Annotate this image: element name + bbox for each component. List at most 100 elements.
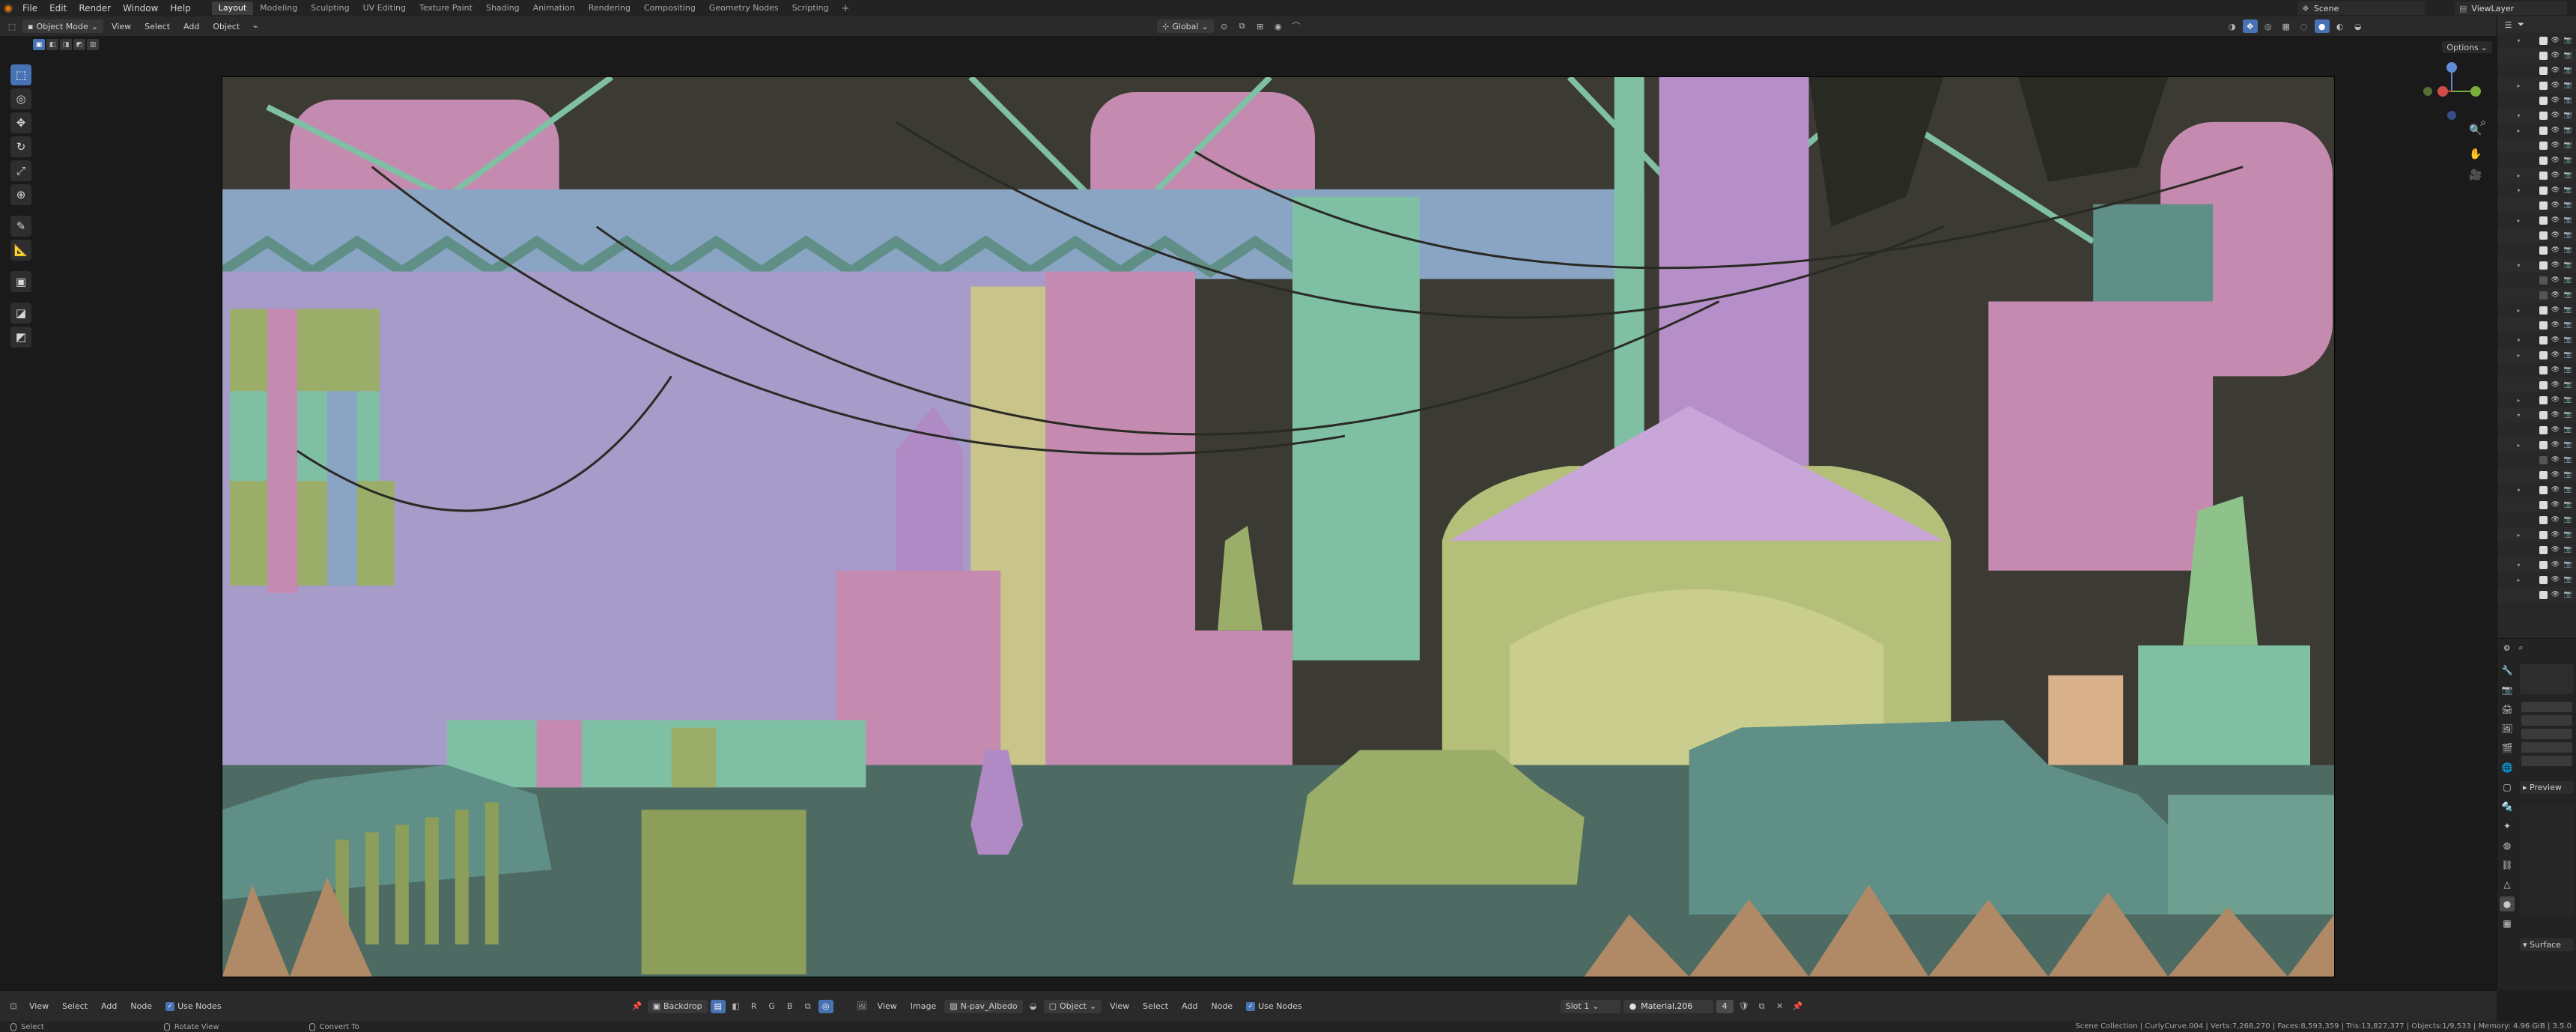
outliner-row[interactable]: ▸ 👁 📷 bbox=[2497, 303, 2576, 318]
proportional-edit-icon[interactable]: ◉ bbox=[1271, 19, 1286, 33]
channel-a-icon[interactable]: ◧ bbox=[729, 1000, 744, 1013]
bevel-tool[interactable]: ◩ bbox=[10, 327, 31, 347]
eye-icon[interactable]: 👁 bbox=[2551, 336, 2560, 344]
eye-icon[interactable]: 👁 bbox=[2551, 97, 2560, 104]
outliner-row[interactable]: 👁 📷 bbox=[2497, 587, 2576, 602]
exclude-checkbox[interactable] bbox=[2539, 410, 2548, 419]
outliner-row[interactable]: ▸ 👁 📷 bbox=[2497, 123, 2576, 138]
compositor-editor-icon[interactable]: ⊡ bbox=[6, 1000, 21, 1013]
tab-shading[interactable]: Shading bbox=[479, 1, 526, 15]
outliner-row[interactable]: ▾ 👁 📷 bbox=[2497, 183, 2576, 198]
outliner-row[interactable]: ▸ 👁 📷 bbox=[2497, 168, 2576, 183]
snap-icon[interactable]: ⧉ bbox=[801, 1000, 815, 1013]
view-layer-tab-icon[interactable]: 🖼 bbox=[2500, 721, 2515, 736]
scale-tool[interactable]: ⤢ bbox=[10, 160, 31, 181]
expand-arrow-icon[interactable]: ▾ bbox=[2514, 337, 2524, 344]
viewport-render[interactable] bbox=[222, 76, 2335, 977]
shader-type-dropdown[interactable]: ▢ Object ⌄ bbox=[1043, 999, 1102, 1013]
expand-arrow-icon[interactable]: ▸ bbox=[2514, 397, 2524, 404]
overlay-icon[interactable]: ◎ bbox=[2261, 19, 2276, 33]
menu-render[interactable]: Render bbox=[73, 0, 117, 16]
eye-icon[interactable]: 👁 bbox=[2551, 112, 2560, 119]
outliner-row[interactable]: ▸ 👁 📷 bbox=[2497, 347, 2576, 362]
exclude-checkbox[interactable] bbox=[2539, 36, 2548, 45]
eye-icon[interactable]: 👁 bbox=[2551, 216, 2560, 224]
menu-image[interactable]: Image bbox=[905, 1001, 941, 1011]
camera-icon[interactable]: 📷 bbox=[2563, 381, 2573, 389]
image-editor-icon[interactable]: 🖼 bbox=[854, 1000, 869, 1013]
falloff-icon[interactable]: ⌒ bbox=[1289, 19, 1304, 33]
editor-type-icon[interactable]: ⬚ bbox=[4, 19, 19, 33]
filter-icon[interactable]: ⏷ bbox=[2516, 19, 2526, 30]
eye-icon[interactable]: 👁 bbox=[2551, 396, 2560, 404]
outliner-row[interactable]: ▾ 👁 📷 bbox=[2497, 333, 2576, 347]
tab-animation[interactable]: Animation bbox=[526, 1, 582, 15]
material-slot-thumb[interactable] bbox=[2521, 756, 2572, 766]
camera-icon[interactable]: 📷 bbox=[2563, 591, 2573, 598]
camera-icon[interactable]: 📷 bbox=[2563, 186, 2573, 194]
outliner-row[interactable]: ▾ 👁 📷 bbox=[2497, 258, 2576, 273]
tab-uv-editing[interactable]: UV Editing bbox=[356, 1, 413, 15]
expand-arrow-icon[interactable]: ▸ bbox=[2514, 532, 2524, 538]
eye-icon[interactable]: 👁 bbox=[2551, 231, 2560, 239]
duplicate-material-icon[interactable]: ⧉ bbox=[1755, 1000, 1770, 1013]
outliner-row[interactable]: ▸ 👁 📷 bbox=[2497, 527, 2576, 542]
camera-icon[interactable]: 📷 bbox=[2563, 486, 2573, 494]
options-dropdown[interactable]: Options ⌄ bbox=[2442, 41, 2492, 53]
outliner-row[interactable]: ▾ 👁 📷 bbox=[2497, 33, 2576, 48]
tab-scripting[interactable]: Scripting bbox=[786, 1, 836, 15]
eye-icon[interactable]: 👁 bbox=[2551, 366, 2560, 374]
exclude-checkbox[interactable] bbox=[2539, 186, 2548, 195]
exclude-checkbox[interactable] bbox=[2539, 276, 2548, 285]
pivot-point-icon[interactable]: ⊙ bbox=[1217, 19, 1232, 33]
eye-icon[interactable]: 👁 bbox=[2551, 306, 2560, 314]
use-nodes-toggle[interactable]: ✓ Use Nodes bbox=[160, 1001, 227, 1011]
camera-icon[interactable]: 📷 bbox=[2563, 321, 2573, 329]
use-nodes-toggle-2[interactable]: ✓ Use Nodes bbox=[1241, 1001, 1307, 1011]
annotate-tool[interactable]: ✎ bbox=[10, 216, 31, 237]
eye-icon[interactable]: 👁 bbox=[2551, 546, 2560, 553]
shading-wireframe-icon[interactable]: ◌ bbox=[2297, 19, 2312, 33]
exclude-checkbox[interactable] bbox=[2539, 590, 2548, 599]
camera-icon[interactable]: 📷 bbox=[2563, 396, 2573, 404]
move-tool[interactable]: ✥ bbox=[10, 112, 31, 133]
camera-icon[interactable]: 📷 bbox=[2563, 576, 2573, 583]
material-slot-list[interactable] bbox=[2520, 664, 2574, 694]
exclude-checkbox[interactable] bbox=[2539, 156, 2548, 165]
outliner-row[interactable]: ▸ 👁 📷 bbox=[2497, 78, 2576, 93]
outliner-row[interactable]: 👁 📷 bbox=[2497, 497, 2576, 512]
exclude-checkbox[interactable] bbox=[2539, 336, 2548, 344]
camera-icon[interactable]: 📷 bbox=[2563, 411, 2573, 419]
menu-view[interactable]: View bbox=[1105, 1001, 1134, 1011]
exclude-checkbox[interactable] bbox=[2539, 246, 2548, 255]
outliner-row[interactable]: ▸ 👁 📷 bbox=[2497, 572, 2576, 587]
eye-icon[interactable]: 👁 bbox=[2551, 142, 2560, 149]
outliner-row[interactable]: 👁 📷 bbox=[2497, 273, 2576, 288]
blender-logo-icon[interactable]: ◉ bbox=[0, 0, 16, 16]
add-workspace-button[interactable]: + bbox=[836, 3, 856, 14]
exclude-checkbox[interactable] bbox=[2539, 530, 2548, 539]
exclude-checkbox[interactable] bbox=[2539, 96, 2548, 105]
camera-icon[interactable]: 📷 bbox=[2563, 561, 2573, 568]
texture-tab-icon[interactable]: ▦ bbox=[2500, 916, 2515, 931]
exclude-checkbox[interactable] bbox=[2539, 545, 2548, 554]
shader-editor-icon[interactable]: ◒ bbox=[1026, 1000, 1041, 1013]
exclude-checkbox[interactable] bbox=[2539, 485, 2548, 494]
outliner-row[interactable]: ▸ 👁 📷 bbox=[2497, 213, 2576, 228]
expand-arrow-icon[interactable]: ▸ bbox=[2514, 307, 2524, 314]
eye-icon[interactable]: 👁 bbox=[2551, 261, 2560, 269]
expand-arrow-icon[interactable]: ▾ bbox=[2514, 262, 2524, 269]
camera-icon[interactable]: 📷 bbox=[2563, 82, 2573, 89]
outliner-row[interactable]: 👁 📷 bbox=[2497, 93, 2576, 108]
eye-icon[interactable]: 👁 bbox=[2551, 351, 2560, 359]
shading-solid-icon[interactable]: ● bbox=[2314, 19, 2330, 33]
add-cube-tool[interactable]: ▣ bbox=[10, 271, 31, 292]
render-tab-icon[interactable]: 📷 bbox=[2500, 682, 2515, 697]
camera-icon[interactable]: 📷 bbox=[2563, 306, 2573, 314]
camera-icon[interactable]: 📷 bbox=[2563, 246, 2573, 254]
select-new-icon[interactable]: ▣ bbox=[33, 39, 45, 50]
menu-node[interactable]: Node bbox=[125, 1001, 157, 1011]
exclude-checkbox[interactable] bbox=[2539, 500, 2548, 509]
camera-icon[interactable]: 📷 bbox=[2563, 172, 2573, 179]
expand-arrow-icon[interactable]: ▾ bbox=[2514, 562, 2524, 568]
